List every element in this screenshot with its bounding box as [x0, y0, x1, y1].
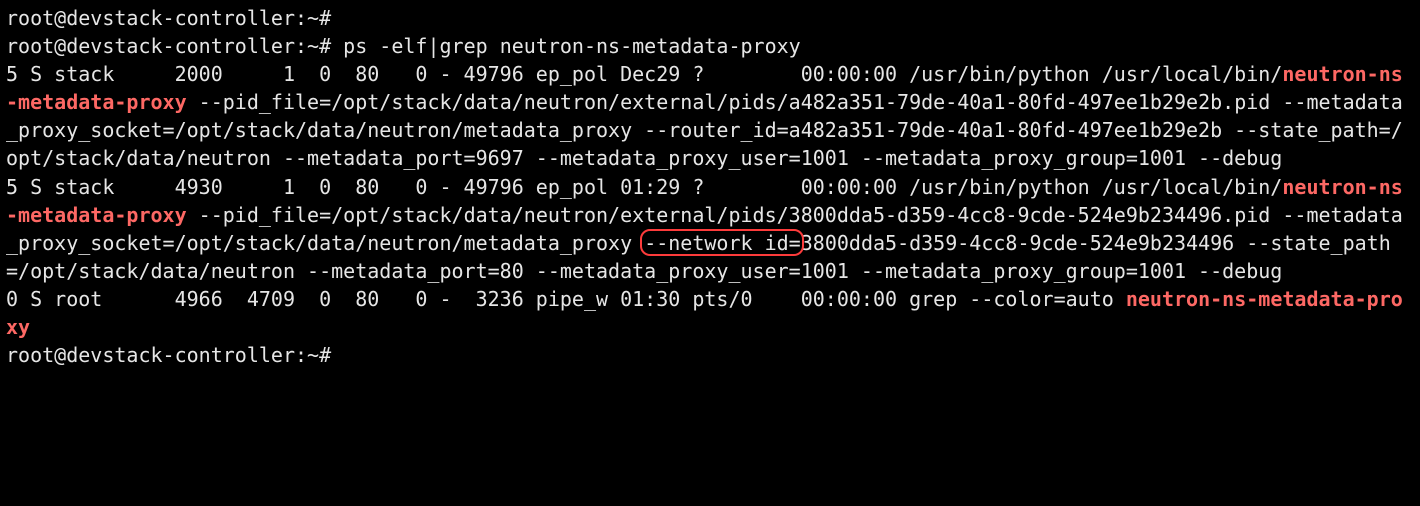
process-line: 0 S root 4966 4709 0 80 0 - 3236 pipe_w … — [6, 287, 1403, 339]
proc-text: 0 S root 4966 4709 0 80 0 - 3236 pipe_w … — [6, 287, 1126, 311]
terminal-output[interactable]: root@devstack-controller:~# root@devstac… — [0, 0, 1420, 373]
proc-text: 5 S stack 2000 1 0 80 0 - 49796 ep_pol D… — [6, 62, 1282, 86]
process-line: 5 S stack 2000 1 0 80 0 - 49796 ep_pol D… — [6, 62, 1403, 170]
proc-text: 5 S stack 4930 1 0 80 0 - 49796 ep_pol 0… — [6, 175, 1282, 199]
prompt-line: root@devstack-controller:~# — [6, 6, 331, 30]
prompt-line: root@devstack-controller:~# — [6, 343, 331, 367]
command-text: ps -elf|grep neutron-ns-metadata-proxy — [343, 34, 801, 58]
proc-text: --pid_file=/opt/stack/data/neutron/exter… — [6, 90, 1403, 170]
annotated-arg: --network_id= — [644, 231, 801, 255]
process-line: 5 S stack 4930 1 0 80 0 - 49796 ep_pol 0… — [6, 175, 1403, 283]
prompt-line: root@devstack-controller:~# — [6, 34, 343, 58]
